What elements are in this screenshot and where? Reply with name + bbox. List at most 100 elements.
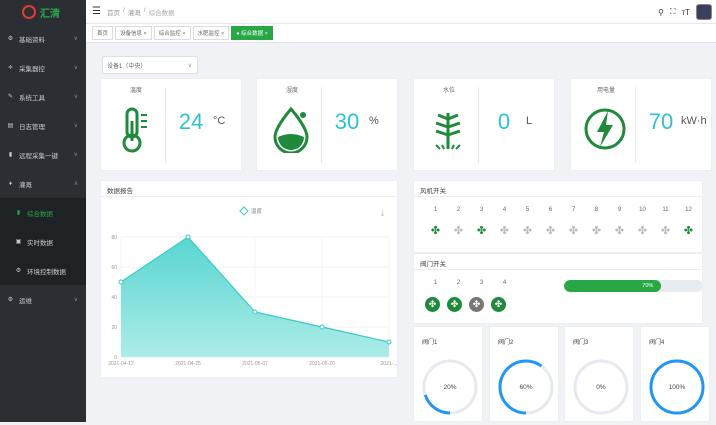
sliders-icon: ≑ xyxy=(7,65,14,71)
fan-icon[interactable]: ✤ xyxy=(516,224,539,237)
sidebar-item[interactable]: ✎ 系统工具 ∨ xyxy=(0,82,86,111)
breadcrumb-home[interactable]: 首页 xyxy=(107,7,120,17)
valve-card: 阀门1 20% xyxy=(413,326,483,422)
droplet-icon: ♦ xyxy=(8,180,13,187)
fan-icon[interactable]: ✤ xyxy=(562,224,585,237)
water-drop-icon xyxy=(273,106,309,153)
humidity-value: 30 xyxy=(334,109,360,134)
fan-icon[interactable]: ✤ xyxy=(424,224,447,237)
sidebar-item[interactable]: ⚙ 运维 ∨ xyxy=(0,285,86,314)
download-icon: ⤓ xyxy=(381,210,384,217)
fan-number: 2 xyxy=(456,207,461,213)
fan-icon[interactable]: ✤ xyxy=(470,224,493,237)
fan-icon[interactable]: ✤ xyxy=(447,224,470,237)
valve-label: 阀门4 xyxy=(649,340,665,346)
valve-card: 阀门2 60% xyxy=(489,326,559,422)
y-tick-label: 80 xyxy=(111,235,117,241)
y-tick-label: 20 xyxy=(111,325,117,331)
sidebar-item[interactable]: ▣ 实时数据 xyxy=(0,227,86,256)
sidebar-item-label: 采集器控 xyxy=(19,65,45,73)
fan-number: 9 xyxy=(617,207,622,213)
water-level-card: 水位 0 L xyxy=(413,78,555,171)
pump-number: 1 xyxy=(433,280,438,286)
chevron-down-icon: ∨ xyxy=(187,62,192,69)
fan-icon[interactable]: ✤ xyxy=(608,224,631,237)
fan-icons: ✤ ✤ ✤ ✤ ✤ ✤ ✤ ✤ ✤ ✤ ✤ ✤ xyxy=(424,224,700,237)
gear-icon: ⚙ xyxy=(7,297,14,303)
fan-icon[interactable]: ✤ xyxy=(585,224,608,237)
wrench-icon: ✎ xyxy=(7,94,14,100)
humidity-unit: % xyxy=(369,115,379,127)
fan-icon[interactable]: ✤ xyxy=(539,224,562,237)
sidebar-item[interactable]: ⚙ 环境控制数据 xyxy=(0,256,86,285)
main-content: 设备1（中央） ∨ 温度 24 °C 湿度 30 % 水位 0 L 用电量 70… xyxy=(86,43,716,422)
hamburger-icon[interactable]: ☰ xyxy=(92,6,101,17)
data-report-card: 数据报告 0 20 40 60 80 2021-04-12 2021-04-25 2021-0… xyxy=(100,180,398,378)
gear-icon: ⚙ xyxy=(15,268,22,274)
sidebar-item[interactable]: ♦ 灌溉 ∧ xyxy=(0,169,86,198)
humidity-card: 湿度 30 % xyxy=(256,78,398,171)
avatar[interactable] xyxy=(696,4,712,20)
sidebar: 汇清 ⚙ 基础资料 ∨ ≑ 采集器控 ∨ ✎ 系统工具 ∨ ▤ 日志管理 ∨ ▮ 远程采集一键 ∨ ♦ 灌溉 ∧ ▮… xyxy=(0,0,86,422)
tab[interactable]: 设备信息 × xyxy=(115,26,152,40)
area-chart: 0204060802021-04-12 2021-04-25 2021-05-07 2… xyxy=(108,206,397,367)
sidebar-item[interactable]: ≑ 采集器控 ∨ xyxy=(0,53,86,82)
legend-label: 温度 xyxy=(251,207,263,215)
sidebar-item-label: 灌溉 xyxy=(19,181,32,189)
sidebar-item[interactable]: ▮ 远程采集一键 ∨ xyxy=(0,140,86,169)
valve-label: 阀门2 xyxy=(498,340,514,346)
top-header: ☰ 首页 / 灌溉 / 综合数据 ⚲ ⛶ тT xyxy=(86,0,716,24)
device-select[interactable]: 设备1（中央） ∨ xyxy=(102,56,198,74)
pump-icon[interactable]: ✤ xyxy=(491,297,506,312)
temperature-card: 温度 24 °C xyxy=(100,78,242,171)
stat-label: 用电量 xyxy=(596,88,615,94)
fan-icon[interactable]: ✤ xyxy=(654,224,677,237)
fan-icon[interactable]: ✤ xyxy=(493,224,516,237)
breadcrumb-sep: / xyxy=(143,6,146,14)
breadcrumb-current: 综合数据 xyxy=(148,9,175,17)
legend-marker xyxy=(239,206,249,216)
pump-icons: ✤ ✤ ✤ ✤ xyxy=(425,297,506,312)
doc-icon: ▤ xyxy=(7,123,14,129)
pump-numbers: 1 2 3 4 xyxy=(424,280,516,286)
valve-card: 阀门4 100% xyxy=(640,326,710,422)
sidebar-item-label: 运维 xyxy=(19,297,32,305)
valve-percent: 100% xyxy=(668,384,686,391)
fan-icon[interactable]: ✤ xyxy=(631,224,654,237)
sidebar-item[interactable]: ⚙ 基础资料 ∨ xyxy=(0,24,86,53)
fullscreen-icon[interactable]: ⛶ xyxy=(670,7,676,17)
data-point xyxy=(252,309,258,315)
tab[interactable]: 综合监控 × xyxy=(153,26,191,40)
valve-label: 阀门1 xyxy=(422,340,438,346)
brand-name: 汇清 xyxy=(40,8,60,20)
font-size-icon[interactable]: тT xyxy=(681,8,690,17)
valve-percent: 20% xyxy=(443,384,457,391)
pump-icon[interactable]: ✤ xyxy=(469,297,484,312)
bar-icon: ▮ xyxy=(16,210,21,216)
fan-title: 风机开关 xyxy=(414,181,702,197)
water-level-unit: L xyxy=(526,115,533,127)
chart-icon: ▮ xyxy=(8,152,13,158)
search-icon[interactable]: ⚲ xyxy=(658,8,664,17)
pump-icon[interactable]: ✤ xyxy=(425,297,440,312)
chevron-icon: ∧ xyxy=(73,181,78,187)
sidebar-menu: ⚙ 基础资料 ∨ ≑ 采集器控 ∨ ✎ 系统工具 ∨ ▤ 日志管理 ∨ ▮ 远程采集一键 ∨ ♦ 灌溉 ∧ ▮ 综合数… xyxy=(0,24,86,314)
fan-icon[interactable]: ✤ xyxy=(677,224,700,237)
water-level-value: 0 xyxy=(497,109,511,134)
valve-percent: 0% xyxy=(596,384,606,391)
sidebar-item-label: 系统工具 xyxy=(19,94,45,102)
fan-number: 11 xyxy=(662,207,669,213)
breadcrumb-irrigation[interactable]: 灌溉 xyxy=(128,7,141,17)
tab[interactable]: ● 综合数据 × xyxy=(231,26,273,40)
sidebar-item[interactable]: ▤ 日志管理 ∨ xyxy=(0,111,86,140)
x-tick-label: 2021-05-20 xyxy=(309,361,335,367)
x-tick-label: 2021-05-07 xyxy=(242,361,268,367)
sidebar-item[interactable]: ▮ 综合数据 xyxy=(0,198,86,227)
tab[interactable]: 水肥监控 × xyxy=(192,26,230,40)
data-point xyxy=(118,279,124,285)
tab[interactable]: 首页 xyxy=(92,26,114,40)
fan-number: 10 xyxy=(639,207,646,213)
pump-icon[interactable]: ✤ xyxy=(447,297,462,312)
breadcrumb-sep: / xyxy=(122,6,125,14)
breadcrumb: 首页 / 灌溉 / 综合数据 xyxy=(107,7,175,17)
